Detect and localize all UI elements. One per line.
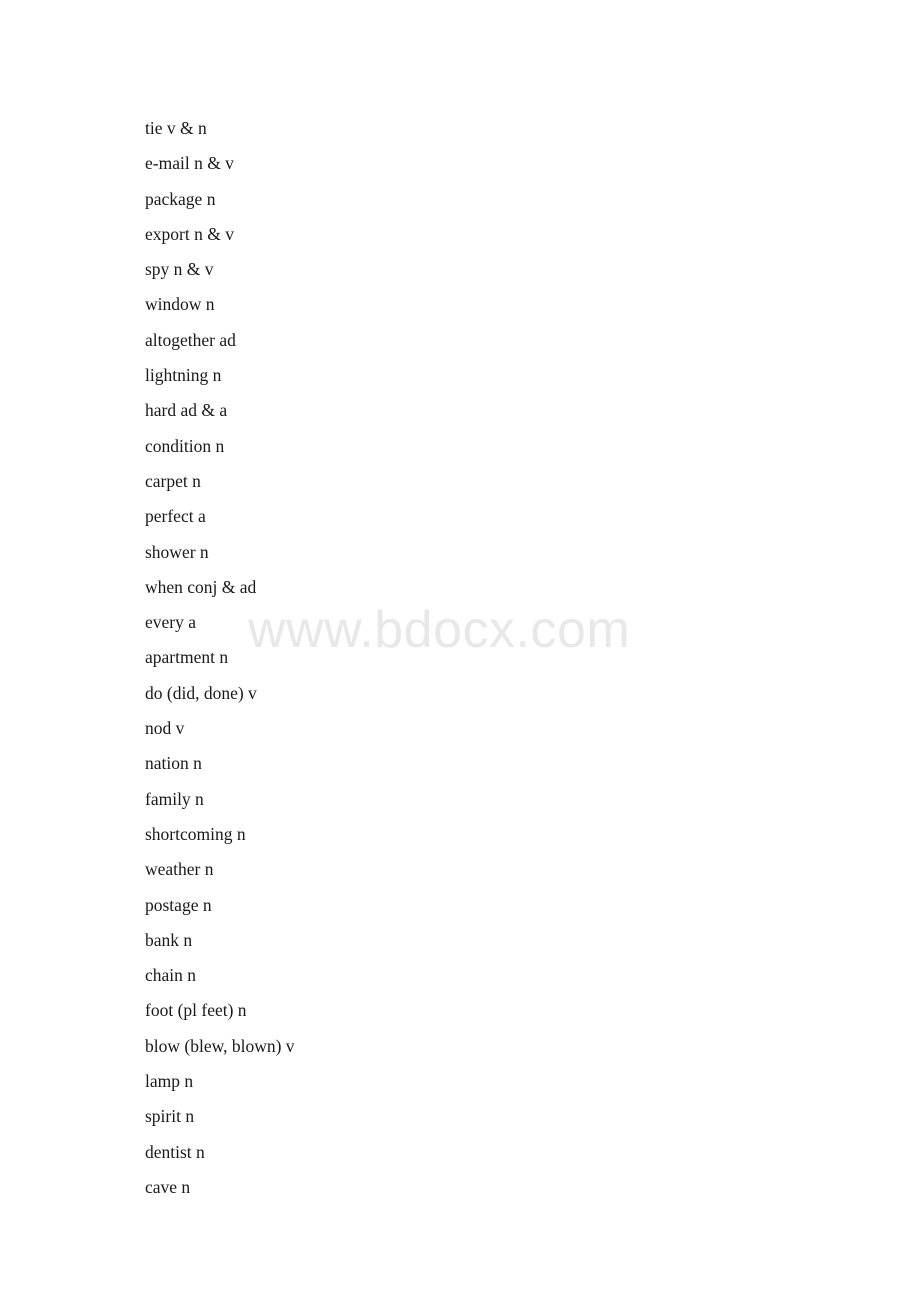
list-item: lamp n bbox=[145, 1071, 194, 1092]
list-item: lightning n bbox=[145, 365, 222, 386]
list-item: shower n bbox=[145, 541, 209, 562]
list-item: cave n bbox=[145, 1176, 191, 1197]
list-item: nation n bbox=[145, 753, 202, 774]
list-item: e-mail n & v bbox=[145, 153, 234, 174]
vocabulary-word-list: tie v & n e-mail n & v package n export … bbox=[145, 111, 745, 1205]
list-item: condition n bbox=[145, 435, 225, 456]
list-item: spy n & v bbox=[145, 259, 214, 280]
list-item: bank n bbox=[145, 929, 193, 950]
list-item: do (did, done) v bbox=[145, 682, 257, 703]
list-item: spirit n bbox=[145, 1106, 195, 1127]
list-item: blow (blew, blown) v bbox=[145, 1035, 295, 1056]
list-item: perfect a bbox=[145, 506, 206, 527]
list-item: postage n bbox=[145, 894, 212, 915]
list-item: dentist n bbox=[145, 1141, 205, 1162]
list-item: chain n bbox=[145, 965, 197, 986]
list-item: tie v & n bbox=[145, 118, 207, 138]
list-item: foot (pl feet) n bbox=[145, 1000, 247, 1021]
list-item: apartment n bbox=[145, 647, 229, 668]
list-item: when conj & ad bbox=[145, 576, 257, 597]
list-item: carpet n bbox=[145, 470, 201, 491]
list-item: nod v bbox=[145, 718, 185, 739]
list-item: export n & v bbox=[145, 223, 234, 244]
list-item: hard ad & a bbox=[145, 400, 228, 421]
list-item: window n bbox=[145, 294, 215, 315]
list-item: family n bbox=[145, 788, 204, 809]
list-item: weather n bbox=[145, 859, 214, 880]
list-item: every a bbox=[145, 612, 197, 633]
document-page: www.bdocx.com tie v & n e-mail n & v pac… bbox=[0, 0, 920, 1302]
list-item: shortcoming n bbox=[145, 823, 246, 844]
list-item: altogether ad bbox=[145, 329, 236, 350]
list-item: package n bbox=[145, 188, 216, 209]
